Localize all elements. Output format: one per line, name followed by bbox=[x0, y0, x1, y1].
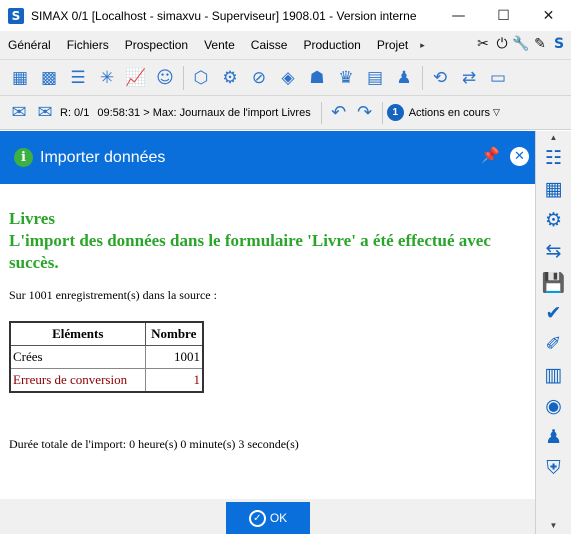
gear-icon[interactable]: ⚙ bbox=[216, 64, 244, 92]
dialog-title: Importer données bbox=[40, 148, 166, 166]
mail-inbox-icon[interactable]: ✉ bbox=[32, 100, 58, 126]
settings-icon[interactable]: ⚙ bbox=[541, 207, 567, 233]
people-group-icon[interactable]: ☺ bbox=[151, 64, 179, 92]
import-duration-text: Durée totale de l'import: 0 heure(s) 0 m… bbox=[9, 436, 299, 451]
person-card-icon[interactable]: ☗ bbox=[303, 64, 331, 92]
shop-icon[interactable]: ▤ bbox=[361, 64, 389, 92]
redo-icon[interactable]: ↷ bbox=[352, 100, 378, 126]
column-header-count: Nombre bbox=[144, 321, 204, 346]
window-controls: — ☐ ✕ bbox=[436, 0, 571, 31]
new-mail-icon[interactable]: ✉ bbox=[6, 100, 32, 126]
dialog-header: i Importer données 📌 ✕ bbox=[0, 131, 535, 184]
status-bar: ✉ ✉ R: 0/1 09:58:31 > Max: Journaux de l… bbox=[0, 96, 571, 130]
user-icon[interactable]: ♟ bbox=[541, 424, 567, 450]
table-view-icon[interactable]: ☷ bbox=[541, 145, 567, 171]
import-result-table: Eléments Nombre Crées 1001 Erreurs de co… bbox=[9, 321, 204, 393]
import-dialog: i Importer données 📌 ✕ Livres L'import d… bbox=[0, 131, 535, 534]
box-icon[interactable]: ⬡ bbox=[187, 64, 215, 92]
window-title: SIMAX 0/1 [Localhost - simaxvu - Supervi… bbox=[31, 8, 417, 23]
app-logo-icon: S bbox=[8, 7, 24, 24]
grid-icon[interactable]: ▩ bbox=[35, 64, 63, 92]
person-icon[interactable]: ♟ bbox=[390, 64, 418, 92]
price-tag-icon[interactable]: ◈ bbox=[274, 64, 302, 92]
check-badge-icon[interactable]: ✔ bbox=[541, 300, 567, 326]
row-value: 1 bbox=[144, 368, 204, 392]
share-icon[interactable]: ⇄ bbox=[455, 64, 483, 92]
minimize-button[interactable]: — bbox=[436, 0, 481, 31]
dialog-body: Livres L'import des données dans le form… bbox=[0, 184, 535, 452]
tag-icon[interactable]: ⊘ bbox=[245, 64, 273, 92]
scroll-up-icon[interactable]: ▲ bbox=[550, 133, 558, 143]
status-divider bbox=[381, 101, 383, 124]
row-label: Erreurs de conversion bbox=[9, 368, 146, 392]
menu-fichiers[interactable]: Fichiers bbox=[59, 38, 117, 52]
close-window-button[interactable]: ✕ bbox=[526, 0, 571, 31]
team-icon[interactable]: ♛ bbox=[332, 64, 360, 92]
dialog-footer: ✓ OK bbox=[0, 499, 535, 534]
tools-icon[interactable]: ✂ bbox=[475, 35, 491, 53]
close-icon[interactable]: ✕ bbox=[510, 147, 529, 166]
sync-clock-icon[interactable]: ⟲ bbox=[426, 64, 454, 92]
source-count-text: Sur 1001 enregistrement(s) dans la sourc… bbox=[9, 288, 217, 302]
status-message[interactable]: 09:58:31 > Max: Journaux de l'import Liv… bbox=[97, 107, 310, 119]
user-shield-icon[interactable]: ⛨ bbox=[541, 455, 567, 481]
toolbar-divider bbox=[183, 65, 184, 90]
actions-dropdown[interactable]: 1 Actions en cours ▽ bbox=[386, 104, 500, 121]
menu-vente[interactable]: Vente bbox=[196, 38, 243, 52]
ok-button[interactable]: ✓ OK bbox=[226, 502, 310, 534]
toolbar-divider bbox=[422, 65, 423, 90]
menu-caisse[interactable]: Caisse bbox=[243, 38, 296, 52]
mail-counter: R: 0/1 bbox=[60, 106, 90, 119]
chart-icon[interactable]: 📈 bbox=[122, 64, 150, 92]
brand-s-icon[interactable]: S bbox=[551, 35, 567, 53]
actions-label: Actions en cours bbox=[408, 106, 491, 119]
status-divider bbox=[320, 101, 322, 124]
wrench-icon[interactable]: 🔧 bbox=[512, 35, 529, 53]
menu-overflow-icon[interactable]: ▸ bbox=[420, 40, 425, 51]
undo-icon[interactable]: ↶ bbox=[326, 100, 352, 126]
right-sidebar: ▲ ☷ ▦ ⚙ ⇆ 💾 ✔ ✐ ▥ ◉ ♟ ⛨ ▼ bbox=[535, 131, 571, 534]
import-heading-form: Livres bbox=[9, 209, 55, 228]
menu-projet[interactable]: Projet bbox=[369, 38, 416, 52]
row-value: 1001 bbox=[144, 345, 204, 369]
pen-icon[interactable]: ✎ bbox=[532, 35, 548, 53]
icon-toolbar: ▦ ▩ ☰ ✳ 📈 ☺ ⬡ ⚙ ⊘ ◈ ☗ ♛ ▤ ♟ ⟲ ⇄ ▭ bbox=[0, 60, 571, 96]
list-icon[interactable]: ☰ bbox=[64, 64, 92, 92]
menu-bar: Général Fichiers Prospection Vente Caiss… bbox=[0, 31, 571, 60]
column-header-elements: Eléments bbox=[9, 321, 146, 346]
ok-label: OK bbox=[269, 511, 288, 525]
menu-production[interactable]: Production bbox=[295, 38, 368, 52]
chevron-down-icon: ▽ bbox=[493, 107, 500, 117]
table-row: Erreurs de conversion 1 bbox=[9, 368, 204, 392]
sparkle-icon[interactable]: ✳ bbox=[93, 64, 121, 92]
grid-view-icon[interactable]: ▦ bbox=[541, 176, 567, 202]
maximize-button[interactable]: ☐ bbox=[481, 0, 526, 31]
layout-icon[interactable]: ▥ bbox=[541, 362, 567, 388]
plug-icon[interactable]: ⏻ bbox=[494, 35, 510, 53]
import-success-message: L'import des données dans le formulaire … bbox=[9, 231, 491, 272]
save-icon[interactable]: 💾 bbox=[541, 269, 567, 295]
table-row: Crées 1001 bbox=[9, 345, 204, 369]
actions-count-badge: 1 bbox=[386, 104, 404, 121]
menu-tools: ✂ ⏻ 🔧 ✎ S bbox=[475, 35, 567, 53]
menu-prospection[interactable]: Prospection bbox=[117, 38, 196, 52]
briefcase-icon[interactable]: ▭ bbox=[484, 64, 512, 92]
preview-icon[interactable]: ◉ bbox=[541, 393, 567, 419]
calendar-icon[interactable]: ▦ bbox=[6, 64, 34, 92]
menu-general[interactable]: Général bbox=[0, 38, 59, 52]
brush-icon[interactable]: ✐ bbox=[541, 331, 567, 357]
transfer-icon[interactable]: ⇆ bbox=[541, 238, 567, 264]
row-label: Crées bbox=[9, 345, 146, 369]
scroll-down-icon[interactable]: ▼ bbox=[550, 521, 558, 530]
check-icon: ✓ bbox=[248, 509, 266, 527]
table-header-row: Eléments Nombre bbox=[9, 321, 204, 346]
info-icon: i bbox=[14, 148, 33, 167]
title-bar: S SIMAX 0/1 [Localhost - simaxvu - Super… bbox=[0, 0, 571, 31]
pin-icon[interactable]: 📌 bbox=[481, 146, 500, 164]
